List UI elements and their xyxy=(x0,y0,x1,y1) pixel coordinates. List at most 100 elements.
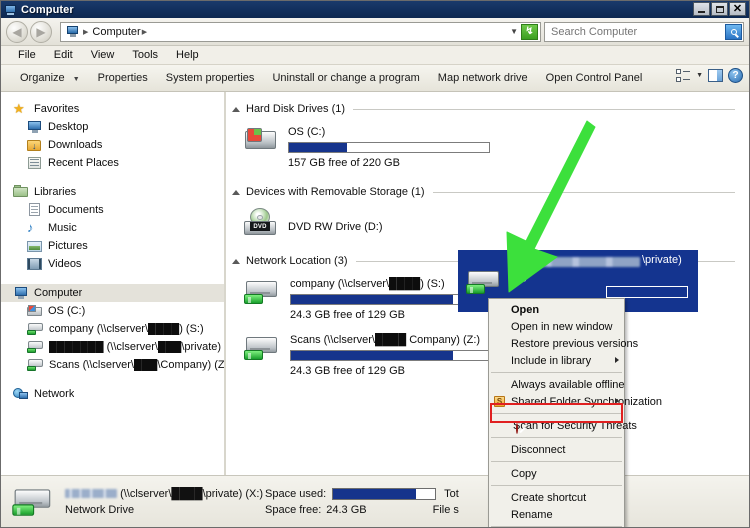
context-menu-item-open[interactable]: Open xyxy=(489,301,624,318)
menu-separator xyxy=(491,526,622,527)
drive-name: DVD RW Drive (D:) xyxy=(288,220,383,233)
dvd-badge: DVD xyxy=(250,222,270,231)
sidebar-item-os-c[interactable]: OS (C:) xyxy=(1,302,224,320)
close-button[interactable]: ✕ xyxy=(729,2,746,16)
sidebar-label: Pictures xyxy=(48,240,88,252)
sidebar-label: Libraries xyxy=(34,186,77,198)
sidebar-item-downloads[interactable]: ↓ Downloads xyxy=(1,136,224,154)
drive-item-dvd-d[interactable]: DVD DVD RW Drive (D:) xyxy=(226,202,749,244)
space-free-label: Space free: xyxy=(265,503,322,516)
pictures-icon xyxy=(27,239,43,253)
context-menu-item-shared-folder-synchronization[interactable]: S Shared Folder Synchronization xyxy=(489,393,662,410)
capacity-bar xyxy=(290,350,492,361)
space-used-bar-fill xyxy=(333,488,416,499)
context-menu-item-create-shortcut[interactable]: Create shortcut xyxy=(489,489,624,506)
group-title: Devices with Removable Storage (1) xyxy=(246,186,425,198)
menu-edit[interactable]: Edit xyxy=(45,47,82,63)
divider xyxy=(432,191,735,193)
network-drive-icon xyxy=(244,276,280,308)
details-pane: (\\clserver\████\private) (X:) Network D… xyxy=(1,475,749,527)
context-menu-item-disconnect[interactable]: Disconnect xyxy=(489,441,624,458)
sidebar-label: Desktop xyxy=(48,121,89,133)
properties-button[interactable]: Properties xyxy=(89,69,157,87)
menu-item-label: Open xyxy=(511,303,540,316)
context-menu-item-scan-for-security-threats[interactable]: Scan for Security Threats xyxy=(489,417,637,434)
sidebar-group-favorites[interactable]: ★ Favorites xyxy=(1,100,224,118)
views-icon[interactable] xyxy=(676,68,691,83)
sidebar-item-private-x[interactable]: ███████ (\\clserver\███\private) () xyxy=(1,338,224,356)
uninstall-or-change-program-button[interactable]: Uninstall or change a program xyxy=(263,69,428,87)
refresh-button[interactable]: ↯ xyxy=(521,23,538,40)
capacity-bar-fill xyxy=(291,295,453,304)
context-menu-item-copy[interactable]: Copy xyxy=(489,465,624,482)
sidebar-label: Downloads xyxy=(48,139,103,151)
group-header-hard-disk-drives[interactable]: Hard Disk Drives (1) xyxy=(232,101,749,117)
context-menu-item-open-in-new-window[interactable]: Open in new window xyxy=(489,318,624,335)
context-menu-item-restore-previous-versions[interactable]: Restore previous versions xyxy=(489,335,638,352)
forward-button[interactable]: ▶ xyxy=(30,20,52,43)
sidebar-item-computer[interactable]: Computer xyxy=(1,284,224,302)
collapse-triangle-icon[interactable] xyxy=(232,106,240,112)
sidebar-item-music[interactable]: ♪ Music xyxy=(1,219,224,237)
menu-item-label: Restore previous versions xyxy=(511,337,639,350)
back-button[interactable]: ◀ xyxy=(6,20,28,43)
sidebar-label: Computer xyxy=(34,287,83,299)
sidebar-item-network[interactable]: Network xyxy=(1,385,224,403)
breadcrumb-computer[interactable]: Computer xyxy=(92,26,140,38)
sidebar-item-recent-places[interactable]: Recent Places xyxy=(1,154,224,172)
breadcrumb-bar[interactable]: ▶ Computer ▶ ▼ ↯ xyxy=(60,21,541,42)
network-drive-icon xyxy=(244,332,280,364)
details-identity: (\\clserver\████\private) (X:) Network D… xyxy=(65,486,265,518)
group-header-removable-storage[interactable]: Devices with Removable Storage (1) xyxy=(232,184,749,200)
sidebar-item-documents[interactable]: Documents xyxy=(1,201,224,219)
minimize-button[interactable] xyxy=(693,2,710,16)
details-space-used-row: Space used: Tot xyxy=(265,486,459,502)
preview-pane-icon[interactable] xyxy=(708,69,723,82)
chevron-down-icon: ▼ xyxy=(72,76,80,83)
capacity-bar xyxy=(288,142,490,153)
chevron-down-icon[interactable]: ▼ xyxy=(510,27,518,36)
search-box[interactable] xyxy=(544,21,744,42)
open-control-panel-button[interactable]: Open Control Panel xyxy=(537,69,652,87)
search-icon[interactable] xyxy=(725,23,742,40)
menu-view[interactable]: View xyxy=(82,47,124,63)
search-input[interactable] xyxy=(545,22,743,41)
sidebar-item-scans-z[interactable]: Scans (\\clserver\███\Company) (Z:) xyxy=(1,356,224,374)
documents-icon xyxy=(27,203,43,217)
sidebar-item-desktop[interactable]: Desktop xyxy=(1,118,224,136)
menu-file[interactable]: File xyxy=(9,47,45,63)
system-properties-button[interactable]: System properties xyxy=(157,69,264,87)
context-menu-item-include-in-library[interactable]: Include in library xyxy=(489,352,624,369)
sidebar-item-pictures[interactable]: Pictures xyxy=(1,237,224,255)
group-title: Hard Disk Drives (1) xyxy=(246,103,346,115)
dvd-drive-icon: DVD xyxy=(244,207,278,239)
command-bar: Organize ▼ Properties System properties … xyxy=(1,65,749,92)
desktop-icon xyxy=(27,120,43,134)
collapse-triangle-icon[interactable] xyxy=(232,258,240,264)
sidebar-label: OS (C:) xyxy=(48,305,86,317)
map-network-drive-button[interactable]: Map network drive xyxy=(429,69,537,87)
menu-item-label: Open in new window xyxy=(511,320,613,333)
sidebar-item-videos[interactable]: Videos xyxy=(1,255,224,273)
chevron-down-icon[interactable]: ▼ xyxy=(696,72,703,79)
downloads-icon: ↓ xyxy=(27,138,43,152)
context-menu-item-rename[interactable]: Rename xyxy=(489,506,624,523)
sidebar-item-company-s[interactable]: company (\\clserver\████) (S:) xyxy=(1,320,224,338)
drive-item-os-c[interactable]: OS (C:) 157 GB free of 220 GB xyxy=(226,119,749,175)
chevron-right-icon[interactable]: ▶ xyxy=(142,28,147,36)
menu-bar: File Edit View Tools Help xyxy=(1,46,749,65)
hard-drive-icon xyxy=(244,124,278,154)
sidebar-group-libraries[interactable]: Libraries xyxy=(1,183,224,201)
maximize-button[interactable] xyxy=(711,2,728,16)
menu-tools[interactable]: Tools xyxy=(123,47,167,63)
libraries-icon xyxy=(13,185,29,199)
context-menu-item-always-available-offline[interactable]: Always available offline xyxy=(489,376,625,393)
help-icon[interactable]: ? xyxy=(728,68,743,83)
collapse-triangle-icon[interactable] xyxy=(232,189,240,195)
menu-item-label: Scan for Security Threats xyxy=(513,419,637,432)
sidebar-label: Music xyxy=(48,222,77,234)
menu-help[interactable]: Help xyxy=(167,47,208,63)
organize-button[interactable]: Organize ▼ xyxy=(11,69,89,87)
